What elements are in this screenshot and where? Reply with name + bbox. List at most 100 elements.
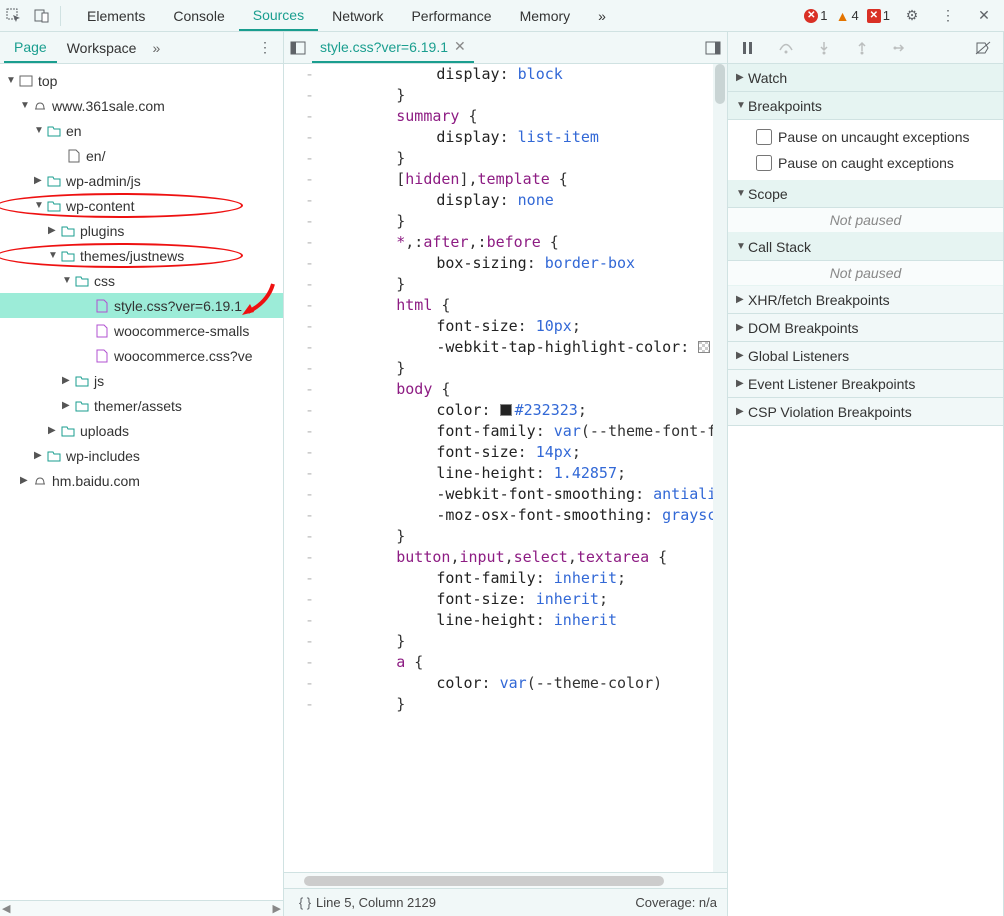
code-line: - -webkit-tap-highlight-color: rgba(0	[284, 337, 727, 358]
code-line: - box-sizing: border-box	[284, 253, 727, 274]
toggle-debugger-icon[interactable]	[699, 34, 727, 62]
scope-section[interactable]: ▼Scope	[728, 180, 1003, 208]
editor-panel: style.css?ver=6.19.1 ✕ - display: block-…	[284, 32, 728, 916]
code-line: - }	[284, 526, 727, 547]
error-count[interactable]: ✕1	[804, 8, 827, 23]
main-tab-memory[interactable]: Memory	[506, 0, 585, 31]
code-line: - button,input,select,textarea {	[284, 547, 727, 568]
csp-breakpoints-section[interactable]: ▶CSP Violation Breakpoints	[728, 398, 1003, 426]
main-tab-performance[interactable]: Performance	[397, 0, 505, 31]
code-line: - summary {	[284, 106, 727, 127]
close-tab-icon[interactable]: ✕	[454, 38, 466, 55]
tree-node-wpincludes[interactable]: ▶wp-includes	[0, 443, 283, 468]
tree-node-en[interactable]: ▼en	[0, 118, 283, 143]
tree-node-wpadmin[interactable]: ▶wp-admin/js	[0, 168, 283, 193]
debugger-panel: ▶Watch ▼Breakpoints Pause on uncaught ex…	[728, 32, 1004, 916]
toggle-navigator-icon[interactable]	[284, 34, 312, 62]
close-devtools-icon[interactable]: ✕	[970, 2, 998, 30]
main-tab-network[interactable]: Network	[318, 0, 397, 31]
tree-node-top[interactable]: ▼top	[0, 68, 283, 93]
tree-node-css[interactable]: ▼css	[0, 268, 283, 293]
tree-node-js[interactable]: ▶js	[0, 368, 283, 393]
watch-section[interactable]: ▶Watch	[728, 64, 1003, 92]
pause-uncaught-checkbox[interactable]: Pause on uncaught exceptions	[756, 124, 993, 150]
code-line: - display: none	[284, 190, 727, 211]
event-listener-section[interactable]: ▶Event Listener Breakpoints	[728, 370, 1003, 398]
warning-count[interactable]: ▲4	[836, 8, 859, 23]
callstack-not-paused: Not paused	[728, 261, 1003, 286]
tree-node-woo-css[interactable]: ▶woocommerce.css?ve	[0, 343, 283, 368]
main-toolbar: ElementsConsoleSourcesNetworkPerformance…	[0, 0, 1004, 32]
tree-node-woo-small[interactable]: ▶woocommerce-smalls	[0, 318, 283, 343]
editor-vertical-scrollbar[interactable]	[713, 64, 727, 872]
scope-not-paused: Not paused	[728, 208, 1003, 233]
code-line: - html {	[284, 295, 727, 316]
code-line: - }	[284, 274, 727, 295]
deactivate-breakpoints-icon[interactable]	[969, 34, 997, 62]
code-line: - body {	[284, 379, 727, 400]
code-line: - *,:after,:before {	[284, 232, 727, 253]
editor-horizontal-scrollbar[interactable]	[284, 872, 727, 888]
step-into-icon[interactable]	[810, 34, 838, 62]
tree-node-wpcontent[interactable]: ▼wp-content	[0, 193, 283, 218]
main-tab-console[interactable]: Console	[159, 0, 238, 31]
inspect-icon[interactable]	[0, 2, 28, 30]
workspace-tab[interactable]: Workspace	[57, 32, 147, 63]
tree-node-themer-assets[interactable]: ▶themer/assets	[0, 393, 283, 418]
tree-node-uploads[interactable]: ▶uploads	[0, 418, 283, 443]
device-toolbar-icon[interactable]	[28, 2, 56, 30]
step-icon[interactable]	[886, 34, 914, 62]
file-tab-stylecss[interactable]: style.css?ver=6.19.1 ✕	[312, 32, 474, 63]
code-line: - }	[284, 631, 727, 652]
code-line: - }	[284, 211, 727, 232]
code-line: - font-size: 14px;	[284, 442, 727, 463]
code-line: - color: #232323;	[284, 400, 727, 421]
main-tabs: ElementsConsoleSourcesNetworkPerformance…	[73, 0, 584, 31]
tree-node-baidu[interactable]: ▶hm.baidu.com	[0, 468, 283, 493]
code-line: - font-family: inherit;	[284, 568, 727, 589]
pause-caught-checkbox[interactable]: Pause on caught exceptions	[756, 150, 993, 176]
breakpoints-section[interactable]: ▼Breakpoints	[728, 92, 1003, 120]
xhr-breakpoints-section[interactable]: ▶XHR/fetch Breakpoints	[728, 286, 1003, 314]
nav-kebab-icon[interactable]: ⋮	[251, 34, 279, 62]
pause-icon[interactable]	[734, 34, 762, 62]
tree-node-themes[interactable]: ▼themes/justnews	[0, 243, 283, 268]
step-out-icon[interactable]	[848, 34, 876, 62]
page-tab[interactable]: Page	[4, 32, 57, 63]
code-line: - font-size: 10px;	[284, 316, 727, 337]
issue-count[interactable]: ✕1	[867, 8, 890, 23]
code-line: - a {	[284, 652, 727, 673]
pretty-print-icon[interactable]: { }	[294, 889, 316, 916]
code-line: - display: block	[284, 64, 727, 85]
more-tabs-button[interactable]	[584, 0, 620, 31]
code-line: - line-height: inherit	[284, 610, 727, 631]
tree-node-plugins[interactable]: ▶plugins	[0, 218, 283, 243]
settings-icon[interactable]: ⚙	[898, 2, 926, 30]
step-over-icon[interactable]	[772, 34, 800, 62]
navigator-panel: Page Workspace ⋮ ▼top ▼www.361sale.com ▼…	[0, 32, 284, 916]
code-line: - font-size: inherit;	[284, 589, 727, 610]
main-tab-sources[interactable]: Sources	[239, 0, 318, 31]
main-tab-elements[interactable]: Elements	[73, 0, 159, 31]
file-tree: ▼top ▼www.361sale.com ▼en ▶en/ ▶wp-admin…	[0, 64, 283, 497]
code-line: - }	[284, 358, 727, 379]
tree-node-en-file[interactable]: ▶en/	[0, 143, 283, 168]
code-line: - [hidden],template {	[284, 169, 727, 190]
kebab-menu-icon[interactable]: ⋮	[934, 2, 962, 30]
global-listeners-section[interactable]: ▶Global Listeners	[728, 342, 1003, 370]
dom-breakpoints-section[interactable]: ▶DOM Breakpoints	[728, 314, 1003, 342]
tree-node-stylecss[interactable]: ▶style.css?ver=6.19.1	[0, 293, 283, 318]
tree-node-domain[interactable]: ▼www.361sale.com	[0, 93, 283, 118]
nav-horizontal-scrollbar[interactable]: ◀▶	[0, 900, 283, 916]
code-editor[interactable]: - display: block- }- summary {- display:…	[284, 64, 727, 872]
editor-status-bar: { } Line 5, Column 2129 Coverage: n/a	[284, 888, 727, 916]
callstack-section[interactable]: ▼Call Stack	[728, 233, 1003, 261]
code-line: - }	[284, 694, 727, 715]
code-line: - line-height: 1.42857;	[284, 463, 727, 484]
code-line: - color: var(--theme-color)	[284, 673, 727, 694]
nav-more-tabs[interactable]	[146, 40, 166, 56]
coverage-status: Coverage: n/a	[635, 895, 717, 910]
code-line: - -webkit-font-smoothing: antialiased;	[284, 484, 727, 505]
code-line: - font-family: var(--theme-font-family)	[284, 421, 727, 442]
code-line: - }	[284, 85, 727, 106]
